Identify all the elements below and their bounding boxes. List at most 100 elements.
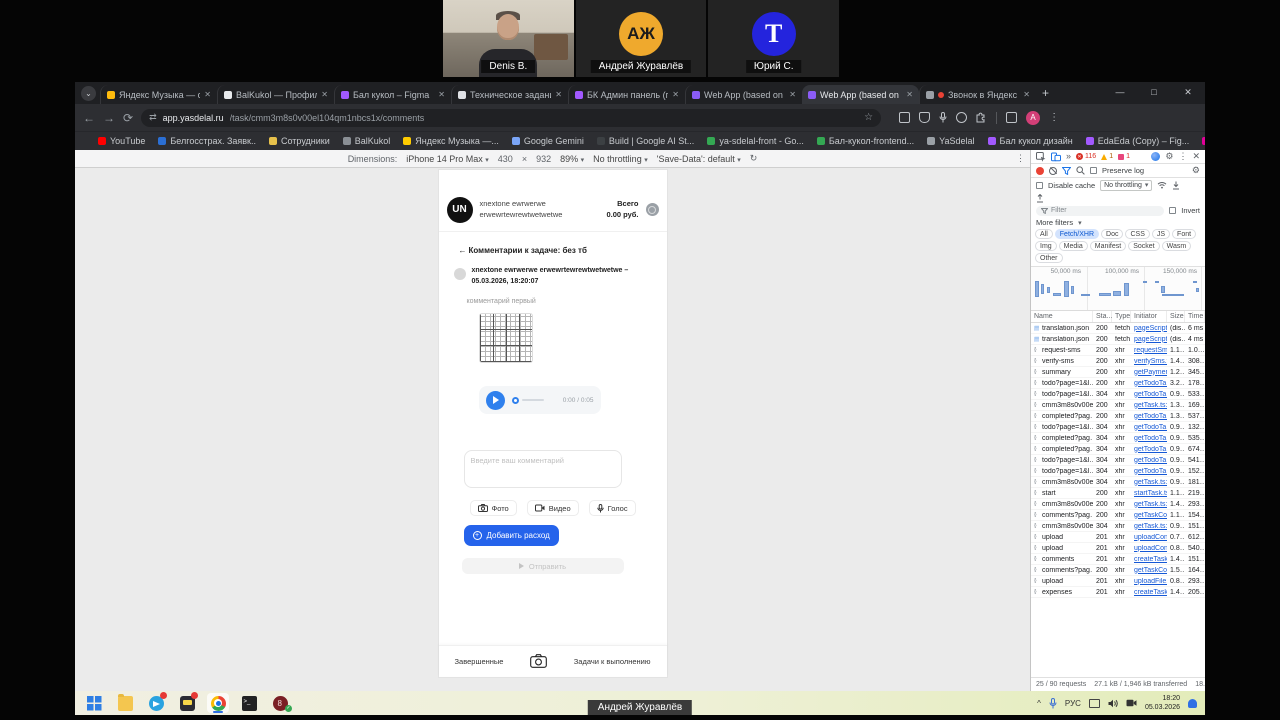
nav-completed[interactable]: Завершенные — [455, 657, 504, 666]
settings-gear-icon[interactable]: ⚙ — [1165, 152, 1173, 161]
comment-image-thumbnail[interactable] — [479, 313, 533, 363]
network-request-row[interactable]: todo?page=1&l… 200 xhr getTodoTa… 3.2… 1… — [1031, 378, 1205, 389]
audio-slider-knob[interactable] — [512, 397, 519, 404]
bookmark-item[interactable]: Google Gemini — [512, 136, 584, 146]
filter-funnel-icon[interactable] — [1062, 167, 1071, 175]
play-icon[interactable] — [486, 391, 505, 410]
bookmark-item[interactable]: Бал-кукол-frontend... — [817, 136, 914, 146]
taskbar-app-button[interactable]: ✓ — [269, 693, 291, 713]
viewport-width-field[interactable]: 430 — [498, 154, 513, 164]
request-initiator[interactable]: getTodoTa… — [1131, 446, 1167, 453]
request-initiator[interactable]: getPaymer… — [1131, 369, 1167, 376]
export-har-icon[interactable] — [1036, 194, 1044, 203]
side-panel-icon[interactable] — [1006, 112, 1017, 123]
send-button[interactable]: Отправить — [462, 558, 624, 574]
participant-tile-initials[interactable]: T Юрий С. — [708, 0, 839, 77]
zoom-select[interactable]: 89% ▾ — [560, 154, 584, 164]
filter-chip[interactable]: CSS — [1125, 229, 1149, 239]
filter-chip[interactable]: Font — [1172, 229, 1196, 239]
sync-profile-icon[interactable] — [1151, 152, 1160, 161]
mic-icon[interactable] — [939, 112, 947, 123]
bookmark-item[interactable]: Сотрудники — [269, 136, 330, 146]
photo-button[interactable]: Фото — [470, 500, 517, 516]
inspect-icon[interactable] — [1036, 152, 1046, 162]
add-expense-button[interactable]: + Добавить расход — [464, 525, 559, 546]
request-initiator[interactable]: getTodoTa… — [1131, 457, 1167, 464]
taskbar-app-button[interactable]: ✓ — [176, 693, 198, 713]
rotate-icon[interactable]: ↻ — [750, 153, 758, 164]
camera-tab-icon[interactable] — [530, 654, 547, 668]
network-request-row[interactable]: verify-sms 200 xhr verifySms.t… 1.4… 308… — [1031, 356, 1205, 367]
column-type[interactable]: Type — [1112, 311, 1131, 322]
request-initiator[interactable]: getTodoTa… — [1131, 468, 1167, 475]
browser-tab[interactable]: Техническое задание: А ✕ — [451, 85, 568, 104]
request-initiator[interactable]: getTodoTa… — [1131, 413, 1167, 420]
import-har-icon[interactable] — [1172, 181, 1180, 190]
request-initiator[interactable]: getTask.ts:… — [1131, 402, 1167, 409]
throttling-select[interactable]: No throttling ▾ — [593, 154, 648, 164]
filter-chip[interactable]: Other — [1035, 253, 1063, 263]
viewport-height-field[interactable]: 932 — [536, 154, 551, 164]
bookmark-item[interactable]: BalKukol — [343, 136, 391, 146]
tab-close-icon[interactable]: ✕ — [438, 90, 445, 99]
record-extension-icon[interactable] — [956, 112, 967, 123]
browser-tab[interactable]: BalKukol — Профиль ✕ — [217, 85, 334, 104]
filter-chip[interactable]: Img — [1035, 241, 1057, 251]
browser-tab[interactable]: Web App (based on LiteF ✕ — [685, 85, 802, 104]
network-request-row[interactable]: request-sms 200 xhr requestSm… 1.1… 1.0… — [1031, 345, 1205, 356]
network-request-row[interactable]: comments 201 xhr createTask… 1.4… 151… — [1031, 554, 1205, 565]
disable-cache-checkbox[interactable] — [1036, 182, 1043, 189]
request-initiator[interactable]: getTaskCo… — [1131, 512, 1167, 519]
extensions-icon[interactable] — [976, 112, 987, 123]
bookmark-item[interactable]: Бал кукол дизайн — [988, 136, 1073, 146]
minimize-button[interactable]: — — [1103, 82, 1137, 102]
user-avatar[interactable]: UN — [447, 197, 473, 223]
network-request-row[interactable]: start 200 xhr startTask.ts… 1.1… 219… — [1031, 488, 1205, 499]
network-request-row[interactable]: cmm3m8s0v00e… 304 xhr getTask.ts:… 0.9… … — [1031, 477, 1205, 488]
issues-badge[interactable]: 1 — [1118, 153, 1130, 160]
network-request-row[interactable]: cmm3m8s0v00e… 304 xhr getTask.ts:… 0.9… … — [1031, 521, 1205, 532]
bookmark-item[interactable]: Яндекс Музыка —... — [403, 136, 499, 146]
filter-chip[interactable]: All — [1035, 229, 1053, 239]
column-time[interactable]: Time — [1185, 311, 1205, 322]
browser-tab[interactable]: Яндекс Музыка — соби ✕ — [100, 85, 217, 104]
request-initiator[interactable]: pageScript — [1131, 336, 1167, 343]
filter-chip[interactable]: Socket — [1128, 241, 1159, 251]
request-initiator[interactable]: uploadCon… — [1131, 545, 1167, 552]
network-request-row[interactable]: cmm3m8s0v00e… 200 xhr getTask.ts:… 1.3… … — [1031, 400, 1205, 411]
filter-input[interactable]: Filter — [1036, 206, 1164, 216]
bookmark-item[interactable]: ya-sdelal-front - Go... — [707, 136, 804, 146]
console-errors-badge[interactable]: ✕116 — [1076, 153, 1096, 160]
console-warnings-badge[interactable]: 1 — [1101, 153, 1113, 160]
panels-overflow-icon[interactable]: » — [1066, 152, 1071, 161]
bookmark-item[interactable]: YaSdelal — [927, 136, 974, 146]
bookmark-item[interactable]: GraphQL Playground — [1202, 136, 1205, 146]
network-request-row[interactable]: summary 200 xhr getPaymer… 1.2… 345… — [1031, 367, 1205, 378]
request-initiator[interactable]: getTask.ts:… — [1131, 523, 1167, 530]
tab-search-button[interactable]: ⌄ — [81, 86, 96, 101]
network-request-row[interactable]: translation.json 200 fetch pageScript (d… — [1031, 334, 1205, 345]
network-settings-icon[interactable]: ⚙ — [1192, 166, 1200, 175]
browser-tab[interactable]: БК Админ панель (прос ✕ — [568, 85, 685, 104]
password-manager-icon[interactable] — [919, 112, 930, 123]
filter-chip[interactable]: Wasm — [1162, 241, 1192, 251]
camera-tray-icon[interactable] — [1126, 699, 1137, 707]
tab-close-icon[interactable]: ✕ — [204, 90, 211, 99]
request-initiator[interactable]: getTaskCo… — [1131, 567, 1167, 574]
device-select[interactable]: iPhone 14 Pro Max ▾ — [406, 154, 489, 164]
network-request-row[interactable]: todo?page=1&l… 304 xhr getTodoTa… 0.9… 1… — [1031, 422, 1205, 433]
throttling-select[interactable]: No throttling▾ — [1100, 180, 1152, 191]
tab-close-icon[interactable]: ✕ — [789, 90, 796, 99]
bookmark-item[interactable]: Белгосстрах. Заявк.. — [158, 136, 256, 146]
save-data-select[interactable]: 'Save-Data': default ▾ — [657, 154, 741, 164]
filter-chip[interactable]: Fetch/XHR — [1055, 229, 1099, 239]
network-request-row[interactable]: translation.json 200 fetch pageScript (d… — [1031, 323, 1205, 334]
request-initiator[interactable]: verifySms.t… — [1131, 358, 1167, 365]
tray-expand-icon[interactable]: ^ — [1037, 699, 1041, 708]
filter-chip[interactable]: Doc — [1101, 229, 1123, 239]
browser-tab[interactable]: Web App (based on LiteF ✕ — [802, 85, 919, 104]
filter-chip[interactable]: Manifest — [1090, 241, 1126, 251]
network-request-row[interactable]: upload 201 xhr uploadCon… 0.8… 540… — [1031, 543, 1205, 554]
devtools-menu-icon[interactable]: ⋮ — [1178, 152, 1187, 161]
back-icon[interactable]: ← — [83, 111, 95, 125]
